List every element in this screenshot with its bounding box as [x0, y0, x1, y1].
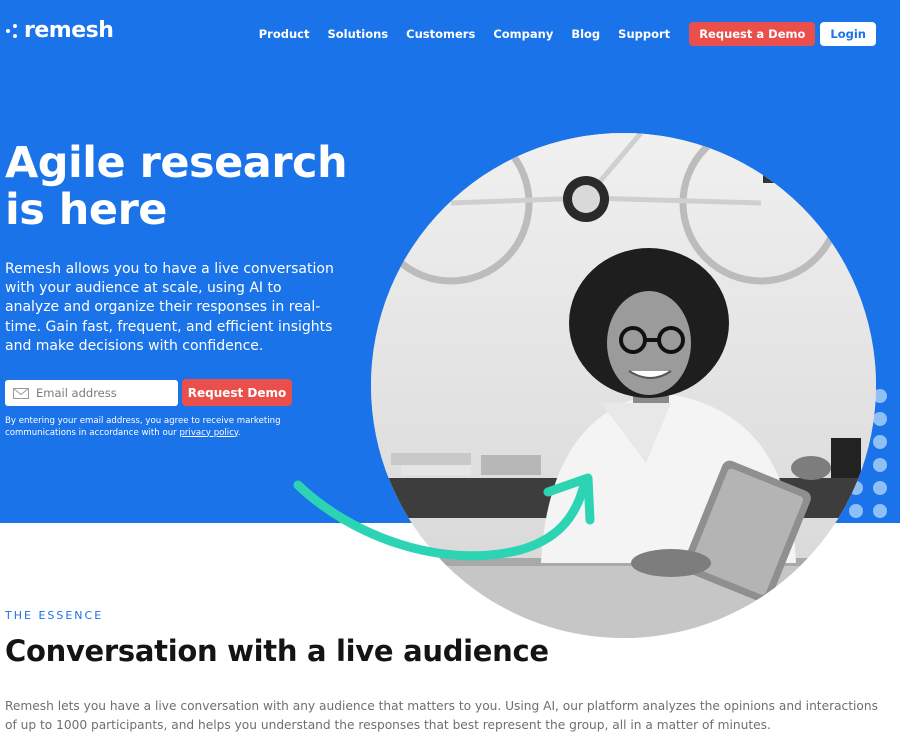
section-body: Remesh lets you have a live conversation…: [5, 699, 878, 732]
section-title: Conversation with a live audience: [5, 634, 549, 668]
curved-arrow-icon: [293, 473, 595, 561]
section-eyebrow: THE ESSENCE: [5, 609, 104, 622]
